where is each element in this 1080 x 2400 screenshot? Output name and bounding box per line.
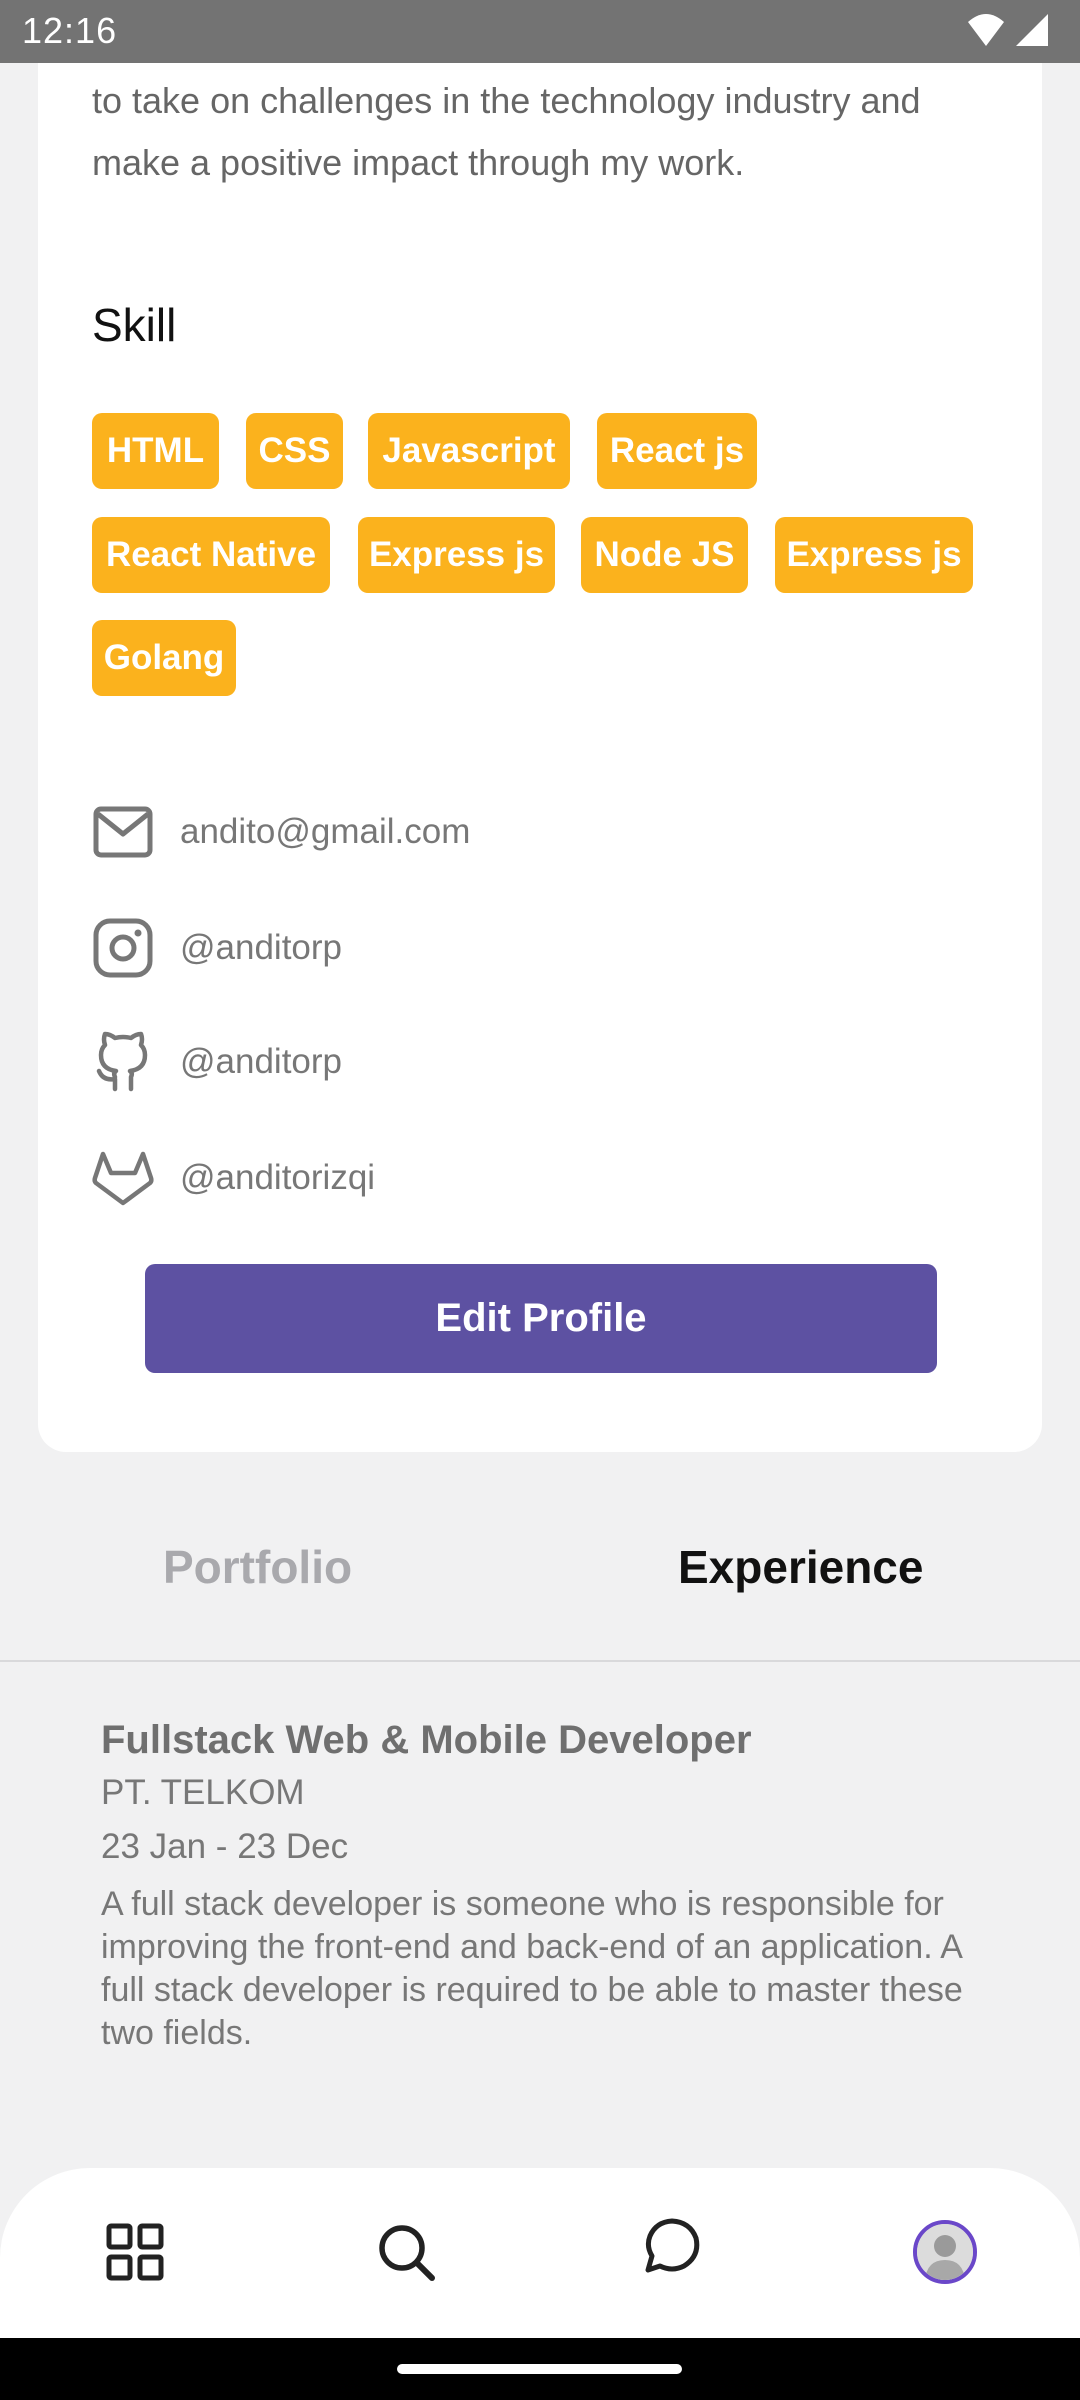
skill-chip: Javascript (368, 413, 570, 489)
status-bar: 12:16 (0, 0, 1080, 63)
experience-date: 23 Jan - 23 Dec (101, 1827, 349, 1866)
about-text: to take on challenges in the technology … (92, 80, 921, 183)
tab-portfolio[interactable]: Portfolio (163, 1540, 352, 1594)
skill-chip: Express js (358, 517, 555, 593)
profile-card (38, 0, 1042, 1452)
status-icons (966, 12, 1050, 48)
grid-icon[interactable] (103, 2220, 167, 2284)
instagram-text: @anditorp (180, 928, 343, 967)
contact-email[interactable]: andito@gmail.com (92, 800, 470, 864)
instagram-icon (92, 917, 154, 979)
contact-gitlab[interactable]: @anditorizqi (92, 1146, 375, 1210)
contact-github[interactable]: @anditorp (92, 1030, 342, 1094)
skill-title: Skill (92, 299, 177, 351)
github-text: @anditorp (180, 1042, 343, 1081)
contact-instagram[interactable]: @anditorp (92, 916, 342, 980)
skill-chip: CSS (246, 413, 343, 489)
skill-chip: HTML (92, 413, 219, 489)
experience-description: A full stack developer is someone who is… (101, 1885, 963, 2052)
experience-role: Fullstack Web & Mobile Developer (101, 1718, 752, 1762)
mail-icon (92, 801, 154, 863)
skill-chip: React js (597, 413, 757, 489)
experience-company: PT. TELKOM (101, 1773, 305, 1812)
search-icon[interactable] (374, 2220, 438, 2284)
profile-avatar[interactable] (913, 2220, 977, 2284)
home-indicator[interactable] (397, 2364, 682, 2374)
email-text: andito@gmail.com (180, 812, 471, 851)
tab-experience[interactable]: Experience (678, 1540, 923, 1594)
skill-chip: React Native (92, 517, 330, 593)
edit-profile-button[interactable]: Edit Profile (145, 1264, 937, 1373)
chat-icon[interactable] (640, 2214, 704, 2278)
gitlab-icon (92, 1147, 154, 1209)
avatar-image (917, 2224, 973, 2280)
tab-divider (0, 1660, 1080, 1662)
status-time: 12:16 (22, 10, 118, 51)
skill-chip: Golang (92, 620, 236, 696)
skill-chip: Express js (775, 517, 973, 593)
skill-chip: Node JS (581, 517, 748, 593)
github-icon (92, 1031, 154, 1093)
gitlab-text: @anditorizqi (180, 1158, 376, 1197)
experience-item: Fullstack Web & Mobile Developer PT. TEL… (101, 1718, 981, 2055)
signal-icon (1016, 14, 1048, 46)
wifi-icon (968, 14, 1004, 46)
